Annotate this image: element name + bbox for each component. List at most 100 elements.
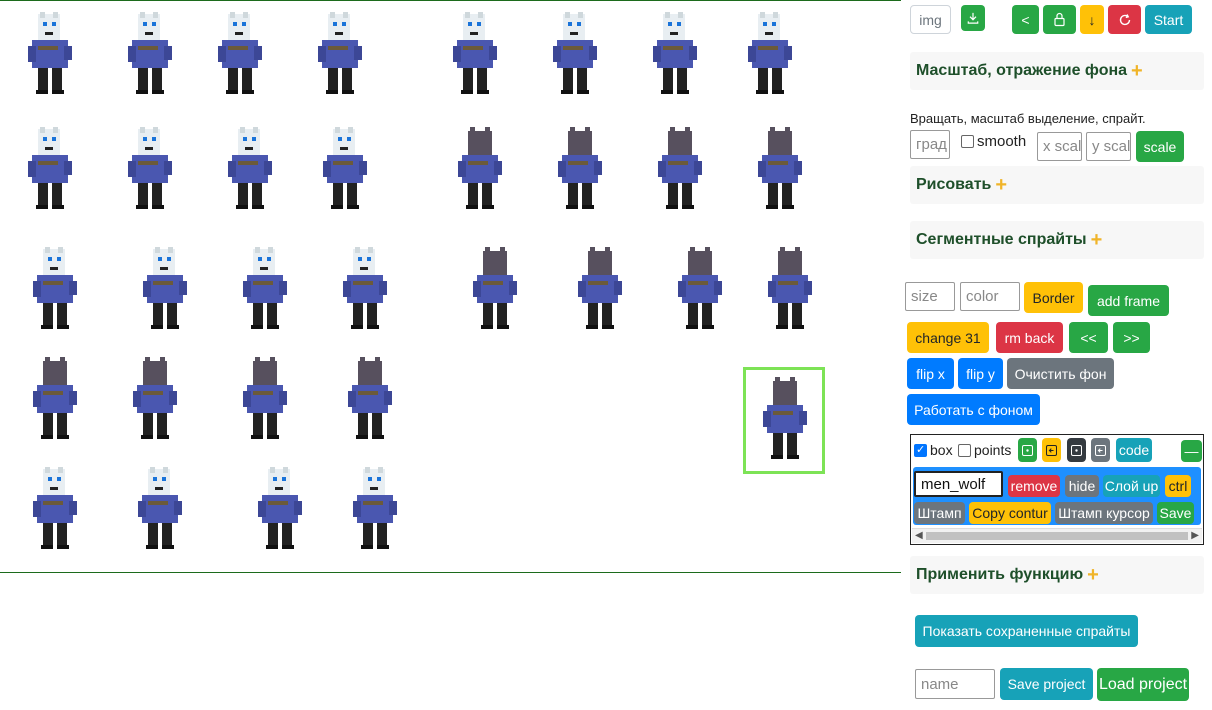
code-button[interactable]: code — [1116, 438, 1152, 462]
sprite-frame[interactable] — [15, 241, 95, 341]
remove-button[interactable]: remove — [1008, 475, 1060, 497]
horizontal-scrollbar[interactable]: ◀ ▶ — [912, 528, 1202, 543]
x-scale-input[interactable]: x scale — [1037, 132, 1082, 161]
arrow-left-gray-button[interactable] — [1091, 438, 1110, 462]
color-input[interactable]: color — [960, 282, 1020, 311]
sprite-frame[interactable] — [740, 121, 820, 221]
flip-y-button[interactable]: flip y — [958, 358, 1003, 389]
stamp-button[interactable]: Штамп — [914, 502, 965, 524]
show-saved-sprites-button[interactable]: Показать сохраненные спрайты — [915, 615, 1138, 647]
layer-name-input[interactable]: men_wolf — [914, 471, 1003, 497]
scroll-thumb[interactable] — [926, 532, 1188, 540]
sprite-frame[interactable] — [455, 241, 535, 341]
section-draw[interactable]: Рисовать + — [910, 166, 1204, 204]
sprite-frame[interactable] — [560, 241, 640, 341]
sprite-frame[interactable] — [640, 121, 720, 221]
size-input[interactable]: size — [905, 282, 955, 311]
smooth-label: smooth — [977, 133, 1027, 150]
save-project-button[interactable]: Save project — [1000, 668, 1093, 700]
plus-icon: + — [995, 173, 1008, 196]
hide-button[interactable]: hide — [1065, 475, 1099, 497]
rm-back-button[interactable]: rm back — [996, 322, 1063, 353]
section-scale-title: Масштаб, отражение фона — [916, 62, 1128, 79]
scale-button[interactable]: scale — [1136, 131, 1184, 162]
square-dot-icon — [1022, 444, 1033, 456]
sprite-frame[interactable] — [120, 461, 200, 561]
sprite-frame[interactable] — [305, 121, 385, 221]
sprite-frame[interactable] — [440, 121, 520, 221]
add-frame-button[interactable]: add frame — [1088, 285, 1169, 316]
sprite-frame[interactable] — [750, 241, 830, 341]
load-project-button[interactable]: Load project — [1097, 668, 1189, 701]
sprite-frame[interactable] — [540, 121, 620, 221]
stamp-cursor-button[interactable]: Штамп курсор — [1055, 502, 1153, 524]
scroll-right-icon[interactable]: ▶ — [1191, 530, 1199, 541]
sprite-frame[interactable] — [10, 121, 90, 221]
scroll-left-icon[interactable]: ◀ — [915, 530, 923, 541]
box-checkbox[interactable]: box — [914, 442, 953, 458]
sprite-frame[interactable] — [125, 241, 205, 341]
sprite-frame[interactable] — [110, 121, 190, 221]
sprite-frame[interactable] — [110, 6, 190, 106]
rotate-hint: Вращать, масштаб выделение, спрайт. — [910, 111, 1146, 126]
points-checkbox[interactable]: points — [958, 442, 1011, 458]
back-button[interactable]: < — [1012, 5, 1039, 34]
selection-box[interactable] — [743, 367, 825, 474]
arrow-left-yellow-button[interactable] — [1042, 438, 1061, 462]
layer-up-button[interactable]: Слой up — [1103, 475, 1160, 497]
section-scale[interactable]: Масштаб, отражение фона + — [910, 52, 1204, 90]
sprite-frame[interactable] — [15, 351, 95, 451]
change-button[interactable]: change 31 — [907, 322, 989, 353]
square-dot-icon — [1071, 444, 1082, 456]
lock-button[interactable] — [1043, 5, 1076, 34]
sprite-frame[interactable] — [300, 6, 380, 106]
square-tool-green-button[interactable] — [1018, 438, 1037, 462]
sprite-frame[interactable] — [335, 461, 415, 561]
sprite-frame[interactable] — [225, 351, 305, 451]
y-scale-input[interactable]: y scale — [1086, 132, 1131, 161]
lock-icon — [1054, 12, 1065, 27]
flip-x-button[interactable]: flip x — [907, 358, 954, 389]
sprite-frame[interactable] — [240, 461, 320, 561]
border-button[interactable]: Border — [1024, 282, 1083, 313]
section-apply[interactable]: Применить функцию + — [910, 556, 1204, 594]
sprite-frame[interactable] — [635, 6, 715, 106]
sprite-frame[interactable] — [210, 121, 290, 221]
section-segment[interactable]: Сегментные спрайты + — [910, 221, 1204, 259]
next-frame-button[interactable]: >> — [1113, 322, 1150, 353]
sprite-frame[interactable] — [660, 241, 740, 341]
checkbox-checked-icon — [914, 443, 927, 457]
square-tool-dark-button[interactable] — [1067, 438, 1086, 462]
smooth-checkbox[interactable]: smooth — [961, 133, 1026, 150]
section-draw-title: Рисовать — [916, 176, 992, 193]
sprite-frame[interactable] — [330, 351, 410, 451]
copy-contour-button[interactable]: Copy contur — [969, 502, 1051, 524]
box-label: box — [930, 442, 953, 458]
ctrl-button[interactable]: ctrl — [1165, 475, 1191, 497]
project-name-input[interactable]: name — [915, 669, 995, 699]
plus-icon: + — [1090, 228, 1103, 251]
download-button[interactable] — [961, 5, 985, 31]
clear-bg-button[interactable]: Очистить фон — [1007, 358, 1114, 389]
img-button[interactable]: img — [910, 5, 951, 34]
down-button[interactable]: ↓ — [1080, 5, 1104, 34]
sprite-frame[interactable] — [435, 6, 515, 106]
sprite-canvas[interactable] — [0, 0, 901, 573]
sprite-frame[interactable] — [535, 6, 615, 106]
refresh-button[interactable] — [1108, 5, 1141, 34]
start-button[interactable]: Start — [1145, 5, 1192, 34]
checkbox-icon — [961, 135, 974, 148]
sprite-frame[interactable] — [325, 241, 405, 341]
minimize-button[interactable]: — — [1181, 440, 1202, 462]
arrow-left-square-icon — [1046, 444, 1057, 456]
work-bg-button[interactable]: Работать с фоном — [907, 394, 1040, 425]
prev-frame-button[interactable]: << — [1069, 322, 1108, 353]
layer-save-button[interactable]: Save — [1157, 502, 1194, 524]
degrees-input[interactable]: град — [910, 130, 950, 159]
sprite-frame[interactable] — [15, 461, 95, 561]
sprite-frame[interactable] — [115, 351, 195, 451]
sprite-frame[interactable] — [10, 6, 90, 106]
sprite-frame[interactable] — [730, 6, 810, 106]
sprite-frame[interactable] — [200, 6, 280, 106]
sprite-frame[interactable] — [225, 241, 305, 341]
